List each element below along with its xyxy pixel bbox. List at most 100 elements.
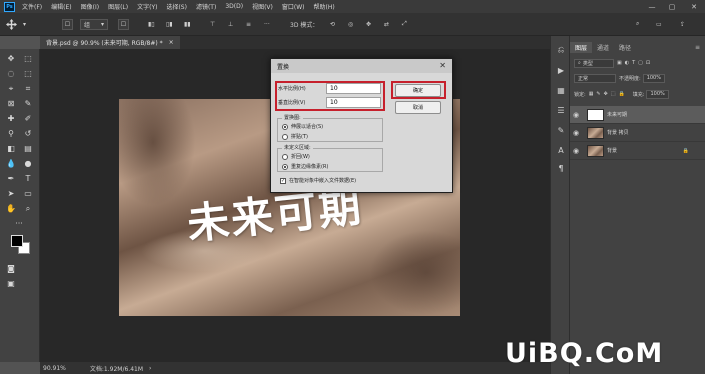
tile-radio[interactable] [282,133,288,140]
3d-scale-icon[interactable]: ⤢ [402,17,407,31]
menu-help[interactable]: 帮助(H) [314,2,335,11]
cancel-button[interactable]: 取消 [395,101,441,114]
menu-window[interactable]: 窗口(W) [282,2,305,11]
paragraph-panel-icon[interactable]: ¶ [554,162,568,174]
zoom-tool-icon[interactable]: ⌕ [21,202,35,215]
layer-row-background[interactable]: ◉ 背景 🔒 [570,142,705,160]
pen-tool-icon[interactable]: ✒ [4,172,18,185]
eye-icon[interactable]: ◉ [570,147,582,155]
brush-tool-icon[interactable]: ✐ [21,112,35,125]
tab-layers[interactable]: 图层 [570,42,593,53]
filter-pixel-icon[interactable]: ▣ [617,60,622,66]
3d-rotate-icon[interactable]: ⟲ [330,17,335,31]
menu-file[interactable]: 文件(F) [22,2,42,11]
menu-3d[interactable]: 3D(D) [225,3,243,10]
frame-tool-icon[interactable]: ⊠ [4,97,18,110]
tab-paths[interactable]: 路径 [614,42,636,53]
workspace-icon[interactable]: ▭ [656,17,662,31]
healing-brush-tool-icon[interactable]: ✚ [4,112,18,125]
marquee-tool-icon[interactable]: ⬚ [21,67,35,80]
quick-mask-icon[interactable]: ◙ [4,262,18,275]
document-tab[interactable]: 背景.psd @ 90.9% (未来可期, RGB/8#) * × [40,36,180,49]
blur-tool-icon[interactable]: 💧 [4,157,18,170]
search-icon[interactable]: ⌕ [636,17,639,31]
character-panel-icon[interactable]: A [554,144,568,156]
eye-icon[interactable]: ◉ [570,129,582,137]
menu-select[interactable]: 选择(S) [166,2,187,11]
filter-type-icon[interactable]: T [632,60,635,66]
brush-settings-icon[interactable]: ✎ [554,124,568,136]
auto-select-checkbox[interactable]: ☐ [62,17,73,31]
filter-smart-object-icon[interactable]: ⊡ [646,60,650,66]
crop-tool-icon[interactable]: ⌗ [21,82,35,95]
menu-view[interactable]: 视图(V) [252,2,273,11]
lock-image-icon[interactable]: ✎ [596,91,600,97]
rectangle-tool-icon[interactable]: ▭ [21,187,35,200]
lock-transparent-icon[interactable]: ▦ [589,91,594,97]
3d-slide-icon[interactable]: ⇄ [384,17,389,31]
filter-adjustment-icon[interactable]: ◐ [625,60,629,66]
minimize-icon[interactable]: — [642,0,662,13]
layer-row-background-copy[interactable]: ◉ 背景 拷贝 [570,124,705,142]
wrap-around-radio[interactable] [282,153,288,160]
repeat-edge-pixels-option[interactable]: 重复边缘像素(R) [282,163,328,170]
quick-select-tool-icon[interactable]: ⌖ [4,82,18,95]
panel-menu-icon[interactable]: ≡ [690,42,705,53]
close-icon[interactable]: ✕ [439,61,446,70]
more-options-icon[interactable]: ··· [264,17,270,31]
document-info[interactable]: 文档:1.92M/6.41M [90,364,143,373]
eyedropper-tool-icon[interactable]: ✎ [21,97,35,110]
stretch-to-fit-option[interactable]: 伸展以适合(S) [282,123,323,130]
artboard-tool-icon[interactable]: ⬚ [21,52,35,65]
auto-select-mode-select[interactable]: 组 ▾ [80,17,108,31]
eraser-tool-icon[interactable]: ◧ [4,142,18,155]
move-tool-icon[interactable] [6,17,17,31]
menu-image[interactable]: 图像(I) [81,2,99,11]
lock-position-icon[interactable]: ✥ [604,91,608,97]
share-icon[interactable]: ⇪ [680,17,685,31]
tool-preset-dropdown[interactable]: ▾ [23,17,26,31]
3d-roll-icon[interactable]: ◎ [348,17,353,31]
path-selection-tool-icon[interactable]: ➤ [4,187,18,200]
align-top-icon[interactable]: ⊤ [210,17,215,31]
align-left-icon[interactable]: ▮▯ [148,17,155,31]
embed-smart-object-option[interactable]: ✓ 在智能对象中嵌入文件数据(E) [280,177,356,184]
eye-icon[interactable]: ◉ [570,111,582,119]
maximize-icon[interactable]: ▢ [662,0,682,13]
foreground-color-swatch[interactable] [11,235,23,247]
move-tool-icon[interactable]: ✥ [4,52,18,65]
menu-layer[interactable]: 图层(L) [108,2,128,11]
adjustments-icon[interactable]: ☰ [554,104,568,116]
3d-pan-icon[interactable]: ✥ [366,17,371,31]
align-center-icon[interactable]: ▯▮ [166,17,173,31]
opacity-input[interactable]: 100% [642,73,665,83]
type-tool-icon[interactable]: T [21,172,35,185]
dialog-titlebar[interactable]: 置换 ✕ [271,59,452,73]
menu-edit[interactable]: 编辑(E) [51,2,71,11]
menu-type[interactable]: 文字(Y) [137,2,157,11]
fill-input[interactable]: 100% [646,89,669,99]
clone-stamp-tool-icon[interactable]: ⚲ [4,127,18,140]
filter-shape-icon[interactable]: ▢ [638,60,643,66]
screen-mode-icon[interactable]: ▣ [4,277,18,290]
show-transform-controls-checkbox[interactable]: ☐ [118,17,129,31]
align-bottom-icon[interactable]: ≡ [246,17,251,31]
properties-panel-icon[interactable]: ▦ [554,84,568,96]
vertical-scale-input[interactable]: 10 [326,97,381,108]
embed-smart-object-checkbox[interactable]: ✓ [280,177,286,184]
dodge-tool-icon[interactable]: ● [21,157,35,170]
blend-mode-select[interactable]: 正常 [574,73,616,83]
layer-row-text[interactable]: ◉ 未来可期 [570,106,705,124]
ok-button[interactable]: 确定 [395,84,441,97]
repeat-edge-pixels-radio[interactable] [282,163,288,170]
edit-toolbar-icon[interactable]: ··· [12,217,26,230]
wrap-around-option[interactable]: 折回(W) [282,153,310,160]
horizontal-scale-input[interactable]: 10 [326,83,381,94]
history-panel-icon[interactable]: ⎌ [554,44,568,56]
tile-option[interactable]: 拼贴(T) [282,133,308,140]
zoom-level[interactable]: 90.91% [43,365,66,372]
lock-all-icon[interactable]: 🔒 [619,91,625,97]
lasso-tool-icon[interactable]: ◌ [4,67,18,80]
align-right-icon[interactable]: ▮▮ [184,17,191,31]
align-middle-icon[interactable]: ⊥ [228,17,233,31]
